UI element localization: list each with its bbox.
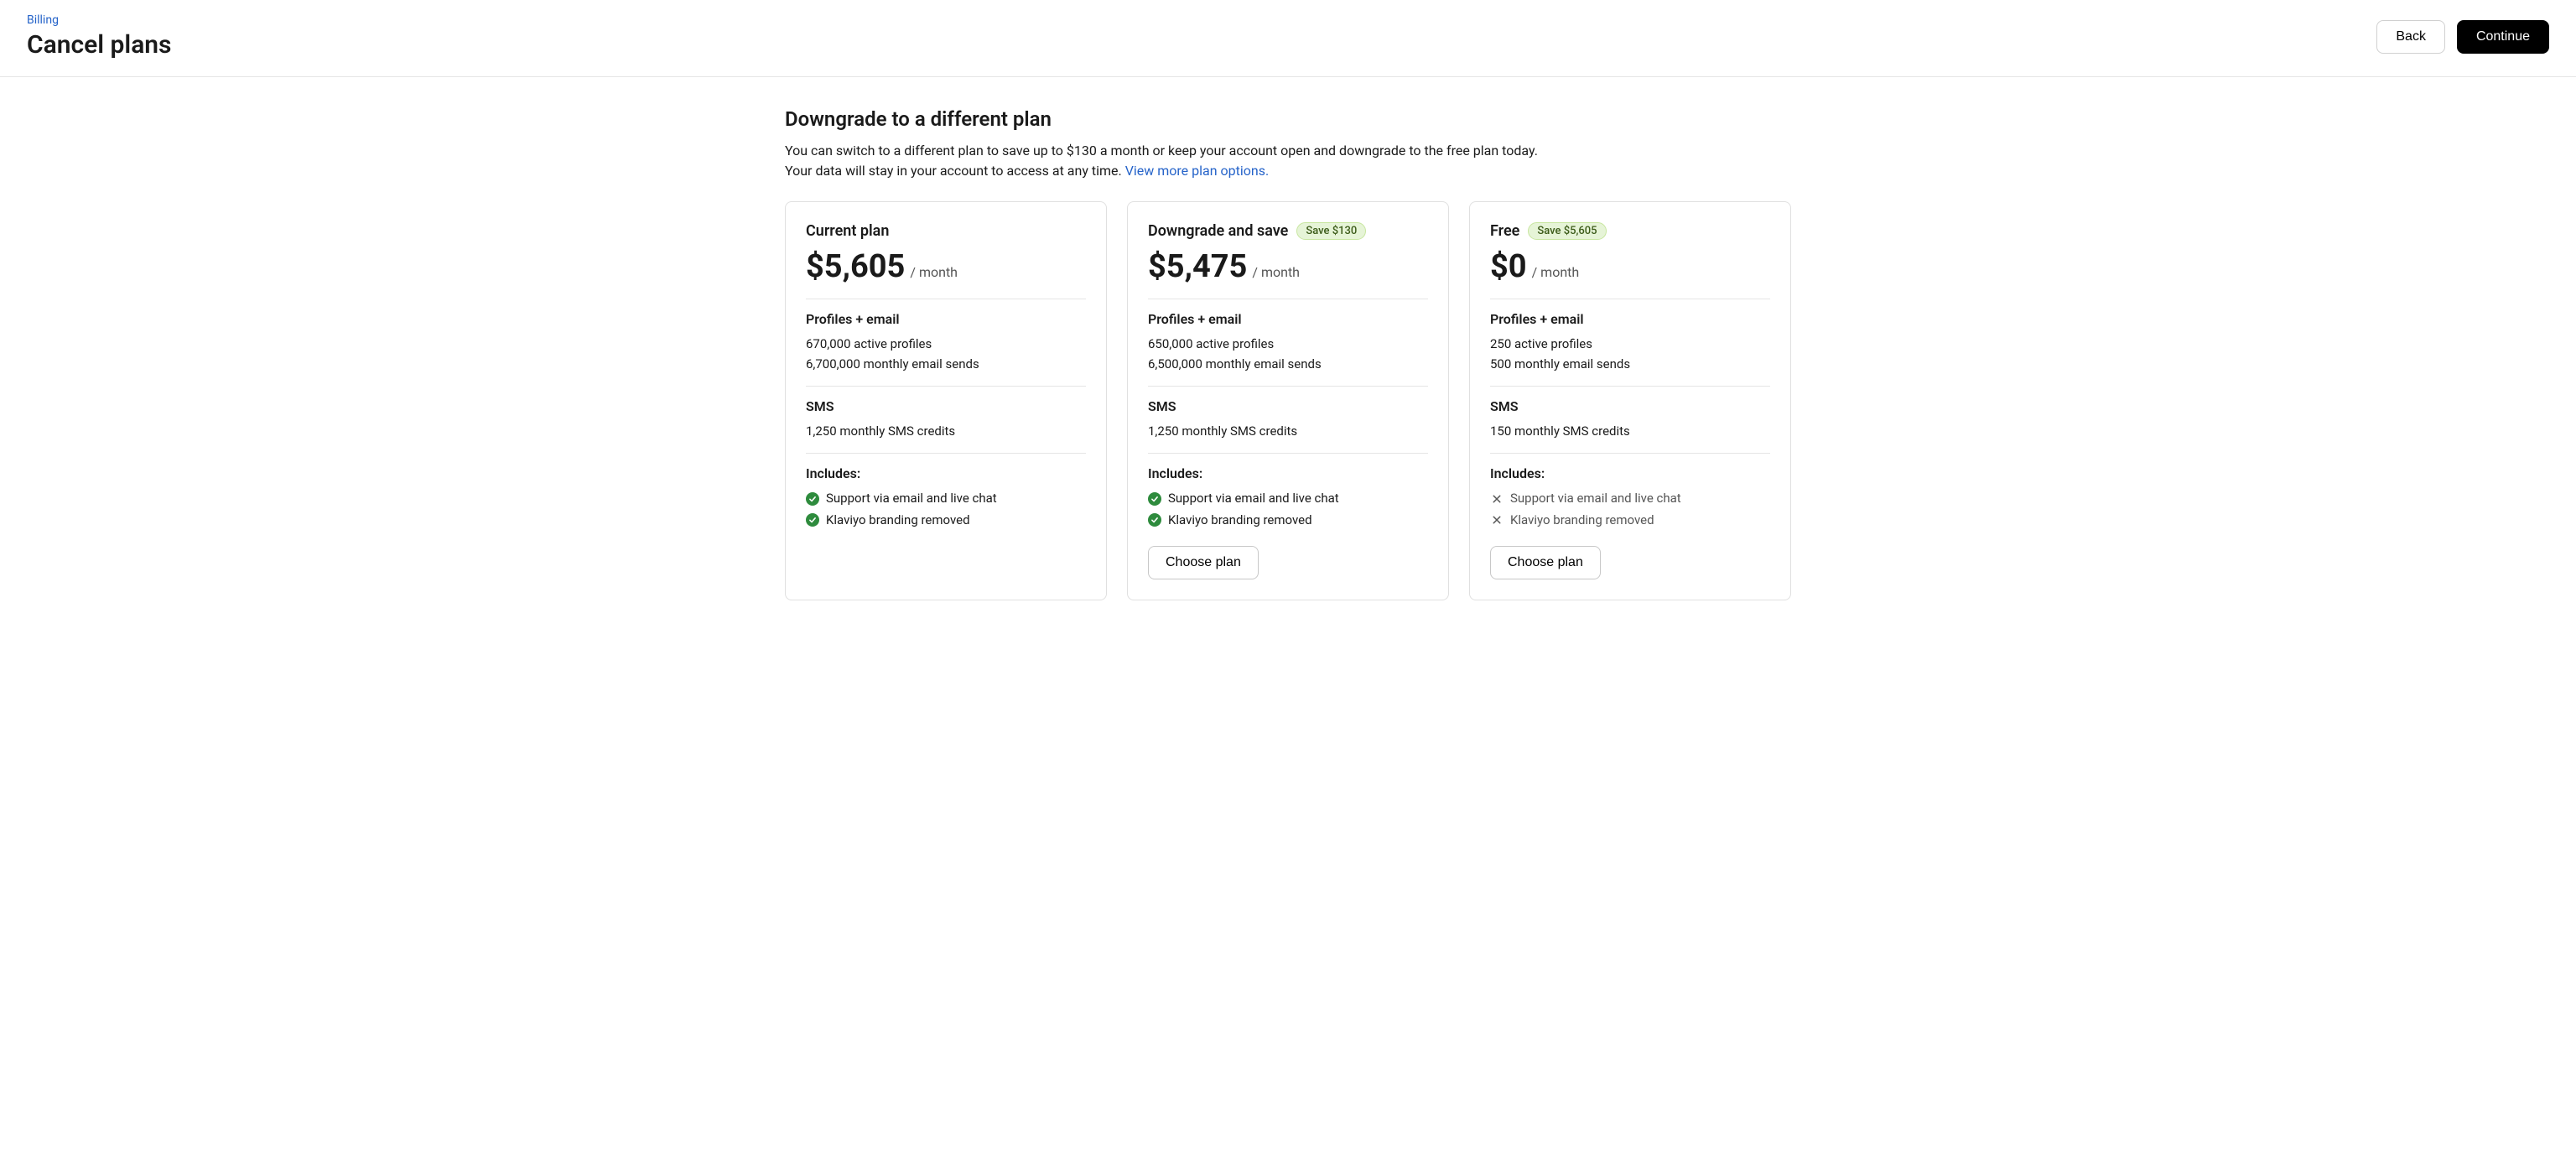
- profiles-email-heading: Profiles + email: [1490, 311, 1770, 327]
- feature-item: Support via email and live chat: [1490, 488, 1770, 510]
- choose-plan-button[interactable]: Choose plan: [1490, 546, 1601, 579]
- per-month-label: / month: [1532, 264, 1580, 280]
- price-row: $5,605 / month: [806, 248, 1086, 299]
- active-profiles: 670,000 active profiles: [806, 334, 1086, 354]
- sms-heading: SMS: [1148, 398, 1428, 414]
- profiles-email-heading: Profiles + email: [1148, 311, 1428, 327]
- sms-group: SMS 1,250 monthly SMS credits: [1148, 398, 1428, 454]
- savings-badge: Save $5,605: [1528, 222, 1606, 240]
- plan-cards: Current plan $5,605 / month Profiles + emai…: [785, 201, 1791, 600]
- price-row: $5,475 / month: [1148, 248, 1428, 299]
- email-sends: 6,700,000 monthly email sends: [806, 354, 1086, 374]
- plan-price: $5,605: [806, 248, 905, 285]
- feature-text: Support via email and live chat: [1168, 488, 1339, 510]
- plan-header: Current plan: [806, 222, 1086, 240]
- sms-credits: 150 monthly SMS credits: [1490, 421, 1770, 441]
- header-actions: Back Continue: [2376, 20, 2549, 54]
- plan-header: Free Save $5,605: [1490, 222, 1770, 240]
- feature-text: Klaviyo branding removed: [826, 510, 970, 532]
- feature-item: Klaviyo branding removed: [1148, 510, 1428, 532]
- includes-heading: Includes:: [1148, 465, 1428, 481]
- page-title: Cancel plans: [27, 30, 172, 60]
- check-circle-icon: [806, 513, 819, 527]
- plan-price: $0: [1490, 248, 1527, 285]
- plan-card: Free Save $5,605$0 / month Profiles + email…: [1469, 201, 1791, 600]
- feature-item: Support via email and live chat: [806, 488, 1086, 510]
- sms-heading: SMS: [1490, 398, 1770, 414]
- active-profiles: 650,000 active profiles: [1148, 334, 1428, 354]
- includes-group: Includes: Support via email and live chat…: [806, 465, 1086, 531]
- check-circle-icon: [1148, 492, 1161, 506]
- sms-credits: 1,250 monthly SMS credits: [806, 421, 1086, 441]
- sms-group: SMS 150 monthly SMS credits: [1490, 398, 1770, 454]
- plan-card: Downgrade and save Save $130 $5,475 / month…: [1127, 201, 1449, 600]
- savings-badge: Save $130: [1296, 222, 1366, 240]
- profiles-email-heading: Profiles + email: [806, 311, 1086, 327]
- plan-title: Free: [1490, 222, 1519, 240]
- view-more-plans-link[interactable]: View more plan options.: [1125, 163, 1270, 179]
- feature-item: Klaviyo branding removed: [806, 510, 1086, 532]
- top-bar: Billing Cancel plans Back Continue: [0, 0, 2576, 77]
- section-description: You can switch to a different plan to sa…: [785, 141, 1540, 181]
- sms-credits: 1,250 monthly SMS credits: [1148, 421, 1428, 441]
- feature-text: Support via email and live chat: [1510, 488, 1681, 510]
- continue-button[interactable]: Continue: [2457, 20, 2549, 54]
- per-month-label: / month: [1252, 264, 1300, 280]
- plan-header: Downgrade and save Save $130: [1148, 222, 1428, 240]
- sms-heading: SMS: [806, 398, 1086, 414]
- feature-text: Klaviyo branding removed: [1510, 510, 1654, 532]
- check-circle-icon: [806, 492, 819, 506]
- feature-text: Support via email and live chat: [826, 488, 997, 510]
- check-circle-icon: [1148, 513, 1161, 527]
- profiles-email-group: Profiles + email 650,000 active profiles6…: [1148, 311, 1428, 387]
- section-title: Downgrade to a different plan: [785, 107, 1791, 131]
- header-left: Billing Cancel plans: [27, 13, 172, 60]
- includes-group: Includes: Support via email and live chat…: [1490, 465, 1770, 531]
- back-button[interactable]: Back: [2376, 20, 2445, 54]
- price-row: $0 / month: [1490, 248, 1770, 299]
- includes-group: Includes: Support via email and live chat…: [1148, 465, 1428, 531]
- plan-title: Current plan: [806, 222, 889, 240]
- feature-item: Support via email and live chat: [1148, 488, 1428, 510]
- plan-price: $5,475: [1148, 248, 1247, 285]
- feature-item: Klaviyo branding removed: [1490, 510, 1770, 532]
- includes-heading: Includes:: [1490, 465, 1770, 481]
- breadcrumb[interactable]: Billing: [27, 13, 172, 27]
- email-sends: 6,500,000 monthly email sends: [1148, 354, 1428, 374]
- plan-card: Current plan $5,605 / month Profiles + emai…: [785, 201, 1107, 600]
- email-sends: 500 monthly email sends: [1490, 354, 1770, 374]
- plan-title: Downgrade and save: [1148, 222, 1288, 240]
- sms-group: SMS 1,250 monthly SMS credits: [806, 398, 1086, 454]
- choose-plan-button[interactable]: Choose plan: [1148, 546, 1259, 579]
- per-month-label: / month: [910, 264, 958, 280]
- active-profiles: 250 active profiles: [1490, 334, 1770, 354]
- profiles-email-group: Profiles + email 670,000 active profiles6…: [806, 311, 1086, 387]
- main-content: Downgrade to a different plan You can sw…: [768, 77, 1808, 631]
- x-icon: [1490, 492, 1504, 506]
- includes-heading: Includes:: [806, 465, 1086, 481]
- x-icon: [1490, 513, 1504, 527]
- profiles-email-group: Profiles + email 250 active profiles500 m…: [1490, 311, 1770, 387]
- feature-text: Klaviyo branding removed: [1168, 510, 1312, 532]
